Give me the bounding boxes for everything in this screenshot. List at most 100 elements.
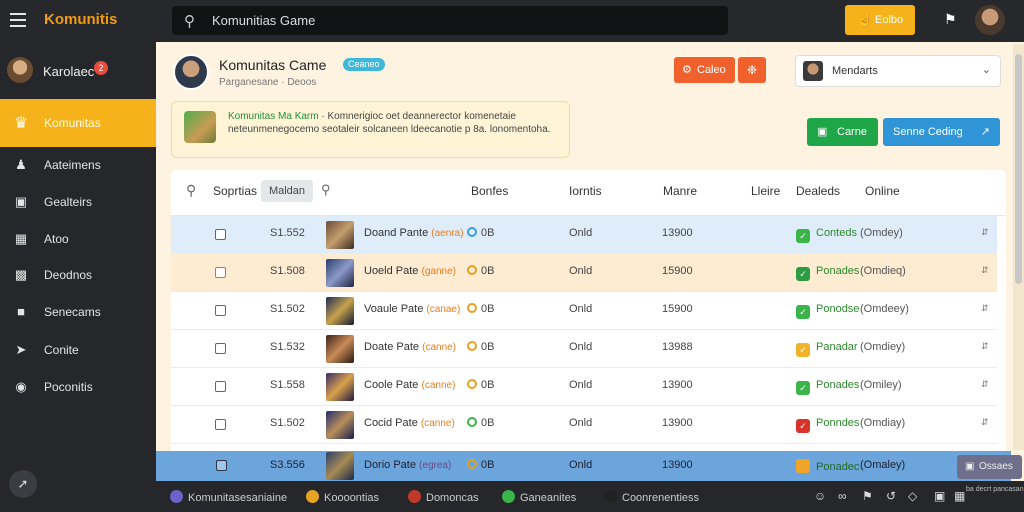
row-checkbox[interactable] bbox=[215, 343, 226, 354]
footer-item[interactable]: Ganeanites bbox=[502, 490, 576, 504]
member-avatar bbox=[803, 61, 823, 81]
member-select[interactable]: Mendarts ⌄ bbox=[795, 55, 1001, 87]
sidebar-item-senecams[interactable]: ■ Senecams bbox=[0, 294, 156, 330]
row-col4: 15900 bbox=[662, 303, 693, 315]
row-status-text: Ponndes bbox=[816, 417, 860, 429]
senne-ceding-button[interactable]: Senne Ceding ↗ bbox=[883, 118, 1000, 146]
row-sort-icon[interactable]: ⇵ bbox=[981, 341, 989, 352]
row-sort-icon[interactable]: ⇵ bbox=[981, 379, 989, 390]
diamond-icon[interactable]: ◇ bbox=[908, 489, 917, 503]
row-sort-icon[interactable]: ⇵ bbox=[981, 417, 989, 428]
status-dot-icon bbox=[467, 459, 477, 469]
row-stat-value: 0B bbox=[481, 303, 495, 315]
row-checkbox[interactable] bbox=[215, 229, 226, 240]
footer-item-label: Komunitasesaniaine bbox=[188, 492, 288, 504]
scrollbar-thumb[interactable] bbox=[1015, 54, 1022, 284]
table-row[interactable]: S1.552 Doand Pante (aenra) 0B Onld 13900 ✓ Con… bbox=[171, 216, 997, 254]
footer-item-icon bbox=[170, 490, 183, 503]
row-sort-icon[interactable]: ⇵ bbox=[981, 303, 989, 314]
sidebar-item-atoo[interactable]: ▦ Atoo bbox=[0, 221, 156, 257]
sidebar-user[interactable]: Karolaec 2 bbox=[0, 54, 156, 90]
smile-icon[interactable]: ☺ bbox=[814, 489, 826, 503]
search-input[interactable]: ⚲ Komunitias Game bbox=[172, 6, 728, 35]
row-tag: (canne) bbox=[421, 380, 456, 391]
row-status: ✓ Ponndes bbox=[796, 417, 859, 433]
table-row[interactable]: S1.558 Coole Pate (canne) 0B Onld 13900 ✓ Pona… bbox=[171, 368, 997, 406]
banner-text: Komunitas Ma Karm · Komnerigioc oet dean… bbox=[228, 110, 558, 136]
column-header[interactable]: Dealeds bbox=[796, 184, 840, 198]
column-header[interactable]: Online bbox=[865, 184, 900, 198]
footer-item[interactable]: Domoncas bbox=[408, 490, 479, 504]
row-name: Voaule Pate (canae) bbox=[364, 303, 460, 315]
table-row[interactable]: S1.532 Doate Pate (canne) 0B Onld 13988 ✓ Pana… bbox=[171, 330, 997, 368]
table-row[interactable]: S1.508 Uoeld Pate (ganne) 0B Onld 15900 ✓ Pona… bbox=[171, 254, 997, 292]
footer-item[interactable]: Koooontias bbox=[306, 490, 379, 504]
status-icon: ✓ bbox=[796, 343, 810, 357]
row-col3: Onld bbox=[569, 379, 593, 391]
table-row-selected[interactable]: S3.556 Dorio Pate (egrea) 0B Onld 13900 … bbox=[156, 451, 1011, 481]
search-value: Komunitias Game bbox=[212, 13, 316, 28]
sidebar-item-deodnos[interactable]: ▩ Deodnos bbox=[0, 257, 156, 293]
notification-icon[interactable]: ⚑ bbox=[944, 11, 957, 28]
senne-ceding-label: Senne Ceding bbox=[893, 126, 963, 138]
profile-avatar[interactable] bbox=[975, 5, 1005, 35]
table-row[interactable]: S1.502 Voaule Pate (canae) 0B Onld 15900 ✓ Pon… bbox=[171, 292, 997, 330]
location-icon[interactable]: ⚲ bbox=[186, 182, 196, 199]
sidebar-item-gealteirs[interactable]: ▣ Gealteirs bbox=[0, 184, 156, 220]
column-header[interactable]: Manre bbox=[663, 184, 697, 198]
info-banner: Komunitas Ma Karm · Komnerigioc oet dean… bbox=[171, 101, 570, 158]
collapse-sidebar-button[interactable]: ➚ bbox=[9, 470, 37, 498]
footer-bar: Komunitasesaniaine Koooontias Domoncas Gane… bbox=[156, 481, 1024, 512]
settings-button[interactable]: ❉ bbox=[738, 57, 766, 83]
footer-item-icon bbox=[306, 490, 319, 503]
calendar-icon: ▩ bbox=[14, 267, 28, 282]
link-icon[interactable]: ∞ bbox=[838, 489, 847, 503]
app-logo[interactable]: Komunitis bbox=[44, 11, 117, 28]
carne-button[interactable]: ▣ Carne bbox=[807, 118, 878, 146]
column-header[interactable]: Iorntis bbox=[569, 184, 602, 198]
table-header: ⚲ Soprtias Maldan ⚲ Bonfes Iorntis Manre… bbox=[171, 170, 1006, 216]
row-number: S1.502 bbox=[270, 303, 305, 315]
row-number: S1.502 bbox=[270, 417, 305, 429]
search-icon[interactable]: ⚲ bbox=[321, 182, 331, 198]
sidebar-item-conite[interactable]: ➤ Conite bbox=[0, 332, 156, 368]
row-tag: (canne) bbox=[422, 342, 457, 353]
row-checkbox[interactable] bbox=[215, 267, 226, 278]
top-action-button[interactable]: ☝ Eolbo bbox=[845, 5, 915, 35]
footer-item[interactable]: Komunitasesaniaine bbox=[170, 490, 287, 504]
sidebar-item-komunitas[interactable]: ♛ Komunitas bbox=[0, 99, 156, 147]
caleo-button[interactable]: ⚙ Caleo bbox=[674, 57, 735, 83]
row-checkbox[interactable] bbox=[215, 419, 226, 430]
ossaes-button[interactable]: ▣ Ossaes bbox=[957, 455, 1022, 479]
column-header[interactable]: Lleire bbox=[751, 184, 780, 198]
column-header[interactable]: Bonfes bbox=[471, 184, 508, 198]
footer-item-icon bbox=[604, 490, 617, 503]
share-icon[interactable]: ↺ bbox=[886, 489, 896, 503]
chat-icon[interactable]: ⚑ bbox=[862, 489, 873, 503]
row-col3: Onld bbox=[569, 459, 593, 471]
row-name-text: Dorio Pate bbox=[364, 459, 416, 471]
filter-chip[interactable]: Maldan bbox=[261, 180, 313, 202]
row-number: S1.508 bbox=[270, 265, 305, 277]
row-stat-value: 0B bbox=[481, 227, 495, 239]
row-sort-icon[interactable]: ⇵ bbox=[981, 265, 989, 276]
ossaes-label: Ossaes bbox=[979, 461, 1013, 472]
status-dot-icon bbox=[467, 417, 477, 427]
column-header[interactable]: Soprtias bbox=[213, 184, 257, 198]
table-row[interactable]: S1.502 Cocid Pate (canne) 0B Onld 13900 ✓ Ponn… bbox=[171, 406, 997, 444]
row-col3: Onld bbox=[569, 341, 593, 353]
crop-icon[interactable]: ▦ bbox=[954, 489, 965, 503]
sidebar-item-poconitis[interactable]: ◉ Poconitis bbox=[0, 369, 156, 405]
row-checkbox[interactable] bbox=[216, 460, 227, 471]
user-name: Karolaec bbox=[43, 64, 95, 79]
row-checkbox[interactable] bbox=[215, 381, 226, 392]
image-icon[interactable]: ▣ bbox=[934, 489, 945, 503]
menu-icon[interactable] bbox=[10, 13, 26, 27]
row-checkbox[interactable] bbox=[215, 305, 226, 316]
row-status-text: Ponodse bbox=[816, 303, 860, 315]
row-online: (Omiley) bbox=[860, 379, 902, 391]
footer-item[interactable]: Coonrenentiess bbox=[604, 490, 699, 504]
scrollbar[interactable] bbox=[1013, 44, 1024, 450]
sidebar-item-aateimens[interactable]: ♟ Aateimens bbox=[0, 147, 156, 183]
row-sort-icon[interactable]: ⇵ bbox=[981, 227, 989, 238]
